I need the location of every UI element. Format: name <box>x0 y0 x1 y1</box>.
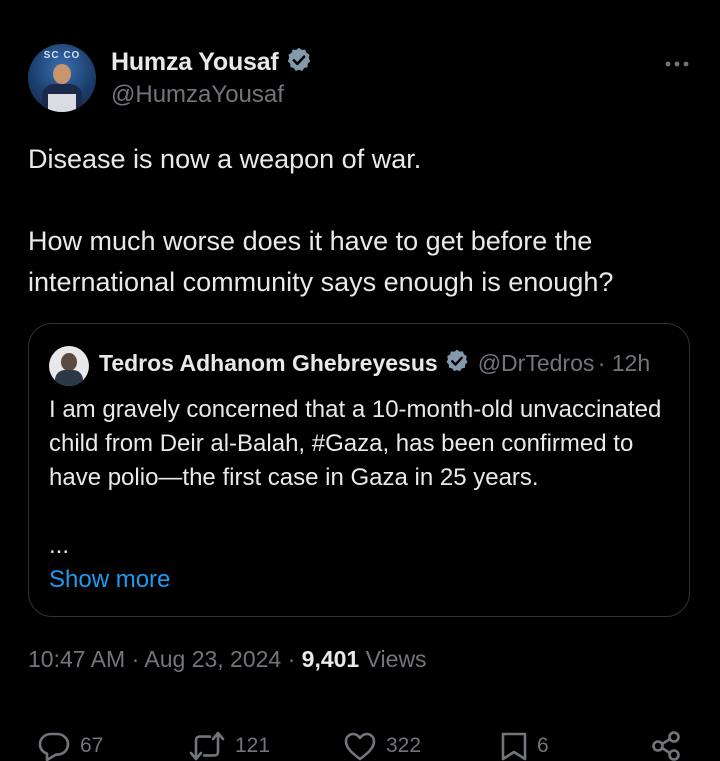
reply-button[interactable]: 67 <box>37 731 103 761</box>
quoted-author-handle[interactable]: @DrTedros <box>478 350 594 377</box>
heart-icon <box>343 731 377 761</box>
meta-separator: · <box>287 646 296 672</box>
quoted-verified-badge-icon <box>444 348 470 379</box>
tweet-line-1: Disease is now a weapon of war. <box>28 144 422 174</box>
author-name-row[interactable]: Humza Yousaf <box>111 46 313 79</box>
tweet-time[interactable]: 10:47 AM <box>28 646 125 672</box>
bookmark-icon <box>500 731 528 761</box>
repost-button[interactable]: 121 <box>188 731 270 761</box>
share-icon <box>650 731 682 761</box>
verified-badge-icon <box>285 46 313 79</box>
repost-count: 121 <box>235 734 271 757</box>
quoted-tweet-header: Tedros Adhanom Ghebreyesus @DrTedros · 1… <box>99 348 679 379</box>
author-handle[interactable]: @HumzaYousaf <box>111 81 284 109</box>
author-avatar[interactable]: SC CO <box>28 44 96 112</box>
like-count: 322 <box>386 734 422 757</box>
more-options-icon[interactable] <box>664 54 690 74</box>
quoted-tweet-ellipsis: ... <box>49 532 70 559</box>
quoted-author-name[interactable]: Tedros Adhanom Ghebreyesus <box>99 350 438 377</box>
bookmark-count: 6 <box>537 734 549 757</box>
share-button[interactable] <box>650 731 682 761</box>
views-count: 9,401 <box>301 646 360 672</box>
repost-icon <box>188 731 226 761</box>
like-button[interactable]: 322 <box>343 731 421 761</box>
tweet-line-2: How much worse does it have to get befor… <box>28 226 614 297</box>
show-more-link[interactable]: Show more <box>49 563 170 597</box>
reply-count: 67 <box>80 734 104 757</box>
meta-separator: · <box>131 646 140 672</box>
quoted-tweet-time[interactable]: · 12h <box>598 350 650 377</box>
views-label: Views <box>365 646 427 672</box>
quoted-author-avatar[interactable] <box>49 346 89 386</box>
author-name[interactable]: Humza Yousaf <box>111 48 279 77</box>
quoted-tweet-text: I am gravely concerned that a 10-month-o… <box>49 396 662 491</box>
quoted-tweet-card[interactable]: Tedros Adhanom Ghebreyesus @DrTedros · 1… <box>28 323 690 617</box>
bookmark-button[interactable]: 6 <box>500 731 549 761</box>
tweet-text: Disease is now a weapon of war. How much… <box>28 139 698 303</box>
avatar-banner-text: SC CO <box>43 50 81 61</box>
tweet-date[interactable]: Aug 23, 2024 <box>144 646 281 672</box>
tweet-meta: 10:47 AM · Aug 23, 2024 · 9,401 Views <box>28 646 427 673</box>
reply-icon <box>37 731 71 761</box>
